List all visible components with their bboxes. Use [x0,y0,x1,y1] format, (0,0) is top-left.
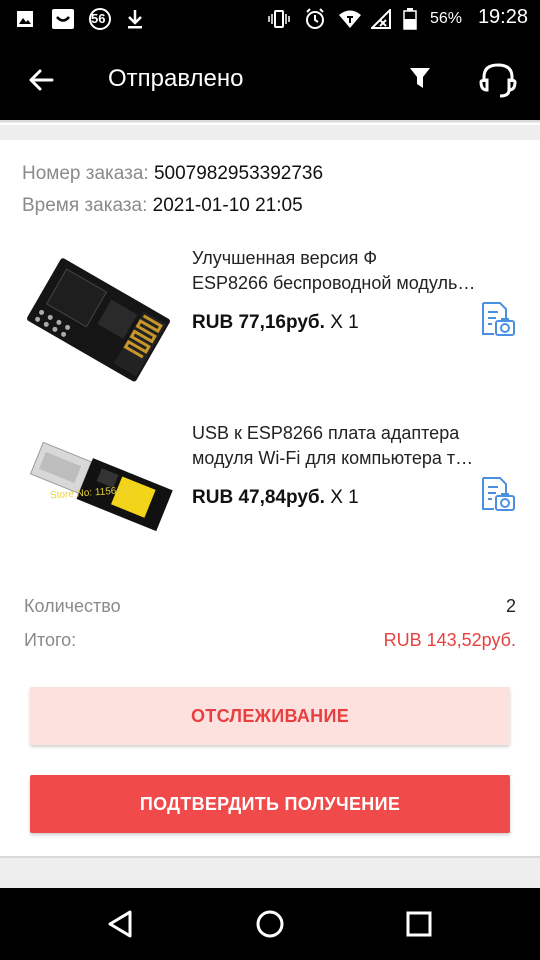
quantity-label: Количество [24,596,121,616]
product-price-row: RUB 77,16руб. X 1 [192,312,359,334]
quantity-value: 2 [505,596,516,616]
back-arrow-icon[interactable] [24,62,60,98]
order-number-label: Номер заказа: [22,163,149,184]
nav-recent-icon[interactable] [401,906,437,942]
filter-icon[interactable] [404,62,436,94]
nav-home-icon[interactable] [252,906,288,942]
photo-review-icon[interactable] [478,300,516,338]
product-item[interactable]: Store No: 1156412 USB к ESP8266 плата ад… [0,415,540,585]
page-title: Отправлено [108,65,244,92]
total-label: Итого: [24,630,77,650]
nav-back-icon[interactable] [102,906,138,942]
product-qty: X 1 [330,312,359,333]
product-price: RUB 47,84руб. [192,487,325,508]
product-image[interactable] [22,244,176,394]
confirm-receipt-button[interactable]: ПОДТВЕРДИТЬ ПОЛУЧЕНИЕ [30,775,510,833]
status-bar: 56 56% 19:28 [0,0,540,38]
image-notification-icon [14,9,36,29]
track-button[interactable]: ОТСЛЕЖИВАНИЕ [30,687,510,745]
order-card: Номер заказа: 5007982953392736 Время зак… [0,140,540,856]
product-price-row: RUB 47,84руб. X 1 [192,487,359,509]
battery-icon [402,8,418,30]
photo-review-icon[interactable] [478,475,516,513]
product-title-line: Улучшенная версия Ф [192,248,378,268]
alarm-icon [304,8,326,29]
quantity-row: Количество 2 [24,596,516,617]
product-title[interactable]: USB к ESP8266 плата адаптера модуля Wi-F… [192,421,522,471]
order-time-value: 2021-01-10 21:05 [152,195,303,216]
product-image[interactable]: Store No: 1156412 [22,419,176,569]
smile-notification-icon [50,9,76,29]
battery-percent: 56% [430,10,463,27]
product-qty: X 1 [330,487,359,508]
product-title-line: ESP8266 беспроводной модуль… [192,273,476,293]
separator [0,856,540,888]
wifi-icon [338,9,362,29]
headset-icon[interactable] [476,60,520,100]
product-title-line: модуля Wi-Fi для компьютера т… [192,448,474,468]
total-value: RUB 143,52руб. [383,630,516,650]
vibrate-icon [268,9,290,29]
system-nav-bar [0,888,540,960]
order-time-row: Время заказа: 2021-01-10 21:05 [22,195,303,217]
product-item[interactable]: Улучшенная версия Ф ESP8266 беспроводной… [0,240,540,410]
notification-count: 56 [91,11,106,26]
total-row: Итого: RUB 143,52руб. [24,630,516,651]
clock: 19:28 [477,6,528,28]
order-number-row: Номер заказа: 5007982953392736 [22,163,323,185]
product-title[interactable]: Улучшенная версия Ф ESP8266 беспроводной… [192,246,522,296]
download-icon [124,9,146,29]
order-number-value[interactable]: 5007982953392736 [154,163,323,184]
app-bar: Отправлено [0,38,540,120]
order-time-label: Время заказа: [22,195,148,216]
product-price: RUB 77,16руб. [192,312,325,333]
separator [0,120,540,140]
no-signal-icon [370,9,392,29]
product-title-line: USB к ESP8266 плата адаптера [192,423,460,443]
